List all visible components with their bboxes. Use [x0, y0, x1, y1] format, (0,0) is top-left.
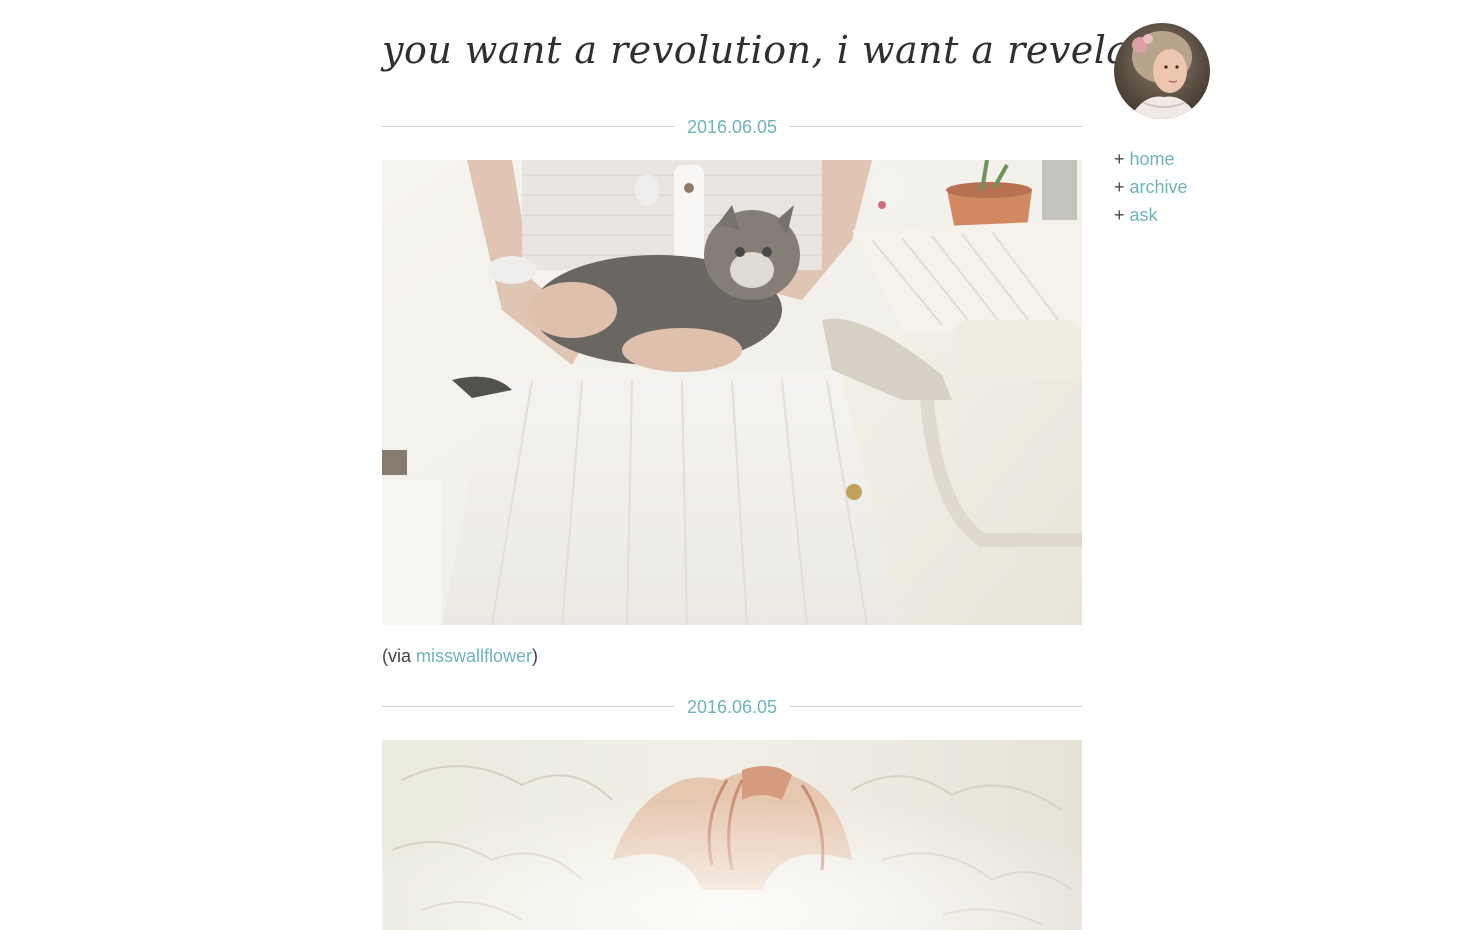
nav-item-archive[interactable]: + archive	[1114, 173, 1188, 201]
blog-title[interactable]: you want a revolution, i want a revelati…	[382, 22, 1206, 78]
post-date-row: 2016.06.05	[382, 113, 1082, 141]
post-source: (via misswallflower)	[382, 643, 538, 669]
via-prefix: (via	[382, 646, 412, 666]
plus-icon: +	[1114, 149, 1125, 169]
portrait-avatar-image	[1114, 23, 1210, 119]
post-date[interactable]: 2016.06.05	[382, 693, 1082, 721]
nav-item-ask[interactable]: + ask	[1114, 201, 1188, 229]
sidebar-nav: + home + archive + ask	[1114, 145, 1188, 229]
avatar[interactable]	[1114, 23, 1210, 119]
post-date-row: 2016.06.05	[382, 693, 1082, 721]
plus-icon: +	[1114, 205, 1125, 225]
divider-line	[790, 126, 1082, 127]
post-date[interactable]: 2016.06.05	[382, 113, 1082, 141]
plus-icon: +	[1114, 177, 1125, 197]
post-photo-kitten[interactable]	[382, 160, 1082, 625]
kitten-photo-image	[382, 160, 1082, 625]
divider-line	[790, 706, 1082, 707]
via-suffix: )	[532, 646, 539, 666]
nav-link-ask[interactable]: ask	[1130, 205, 1158, 225]
pale-photo-image	[382, 740, 1082, 930]
nav-link-archive[interactable]: archive	[1130, 177, 1188, 197]
nav-item-home[interactable]: + home	[1114, 145, 1188, 173]
post-photo-pale[interactable]	[382, 740, 1082, 930]
via-user-link[interactable]: misswallflower	[416, 646, 532, 666]
nav-link-home[interactable]: home	[1130, 149, 1175, 169]
